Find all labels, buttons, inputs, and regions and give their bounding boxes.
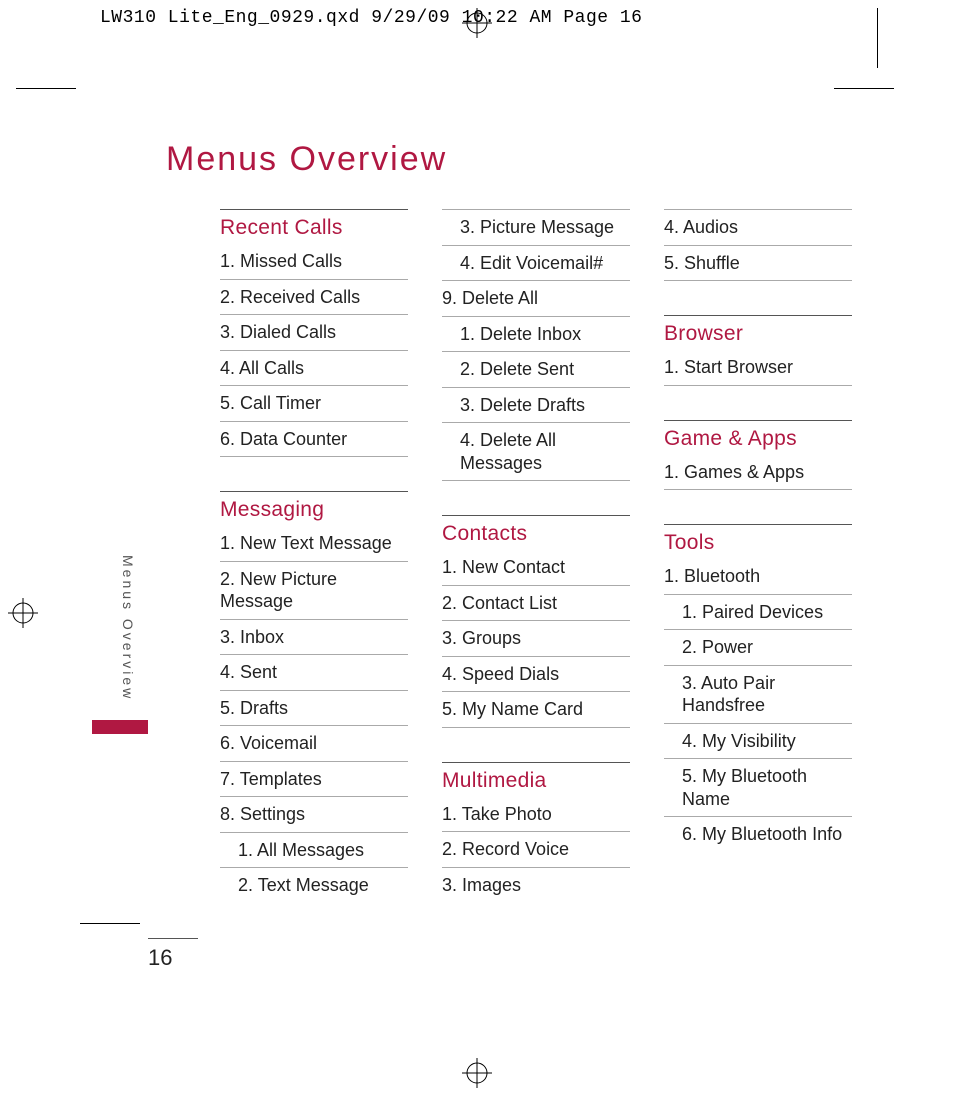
list-item: 5. Call Timer [220, 386, 408, 422]
list-item: 8. Settings [220, 797, 408, 833]
page-number-rule [148, 938, 198, 939]
list-item-sub: 3. Delete Drafts [442, 388, 630, 424]
list-item: 6. Voicemail [220, 726, 408, 762]
registration-mark-bottom [462, 1058, 492, 1088]
crop-mark [877, 8, 878, 68]
list-item-sub: 4. Delete All Messages [442, 423, 630, 481]
section-recent-calls: Recent Calls [220, 209, 408, 244]
list-item-sub: 1. Paired Devices [664, 595, 852, 631]
list-item: 2. Contact List [442, 586, 630, 622]
section-game-apps: Game & Apps [664, 420, 852, 455]
list-item: 4. All Calls [220, 351, 408, 387]
list-item: 9. Delete All [442, 281, 630, 317]
section-browser: Browser [664, 315, 852, 350]
column-3: 4. Audios 5. Shuffle Browser 1. Start Br… [664, 209, 852, 903]
crop-mark [80, 923, 140, 924]
list-item-sub: 2. Power [664, 630, 852, 666]
list-item: 1. Games & Apps [664, 455, 852, 491]
registration-mark-top [462, 8, 492, 38]
list-item: 2. New Picture Message [220, 562, 408, 620]
list-item-sub: 3. Picture Message [442, 209, 630, 246]
page-content: Menus Overview Recent Calls 1. Missed Ca… [120, 100, 900, 903]
list-item-sub: 2. Text Message [220, 868, 408, 903]
header-slug: LW310 Lite_Eng_0929.qxd 9/29/09 10:22 AM… [100, 8, 642, 28]
list-item: 3. Inbox [220, 620, 408, 656]
columns: Recent Calls 1. Missed Calls 2. Received… [220, 209, 900, 903]
list-item-sub: 2. Delete Sent [442, 352, 630, 388]
crop-mark [16, 88, 76, 89]
page-title: Menus Overview [166, 140, 900, 179]
section-multimedia: Multimedia [442, 762, 630, 797]
list-item: 1. Bluetooth [664, 559, 852, 595]
section-contacts: Contacts [442, 515, 630, 550]
column-1: Recent Calls 1. Missed Calls 2. Received… [220, 209, 408, 903]
crop-mark [834, 88, 894, 89]
list-item: 4. Sent [220, 655, 408, 691]
list-item: 5. My Name Card [442, 692, 630, 728]
list-item: 3. Images [442, 868, 630, 903]
list-item: 1. New Text Message [220, 526, 408, 562]
column-2: 3. Picture Message 4. Edit Voicemail# 9.… [442, 209, 630, 903]
list-item: 7. Templates [220, 762, 408, 798]
list-item: 5. Drafts [220, 691, 408, 727]
list-item-sub: 3. Auto Pair Handsfree [664, 666, 852, 724]
list-item: 3. Dialed Calls [220, 315, 408, 351]
list-item: 6. Data Counter [220, 422, 408, 458]
list-item: 2. Record Voice [442, 832, 630, 868]
list-item: 4. Speed Dials [442, 657, 630, 693]
list-item: 1. Start Browser [664, 350, 852, 386]
list-item: 3. Groups [442, 621, 630, 657]
list-item-sub: 4. Edit Voicemail# [442, 246, 630, 282]
list-item: 4. Audios [664, 209, 852, 246]
list-item: 1. Missed Calls [220, 244, 408, 280]
section-messaging: Messaging [220, 491, 408, 526]
list-item-sub: 1. Delete Inbox [442, 317, 630, 353]
page-number: 16 [148, 945, 172, 971]
list-item-sub: 6. My Bluetooth Info [664, 817, 852, 852]
list-item: 5. Shuffle [664, 246, 852, 282]
list-item: 1. Take Photo [442, 797, 630, 833]
section-tools: Tools [664, 524, 852, 559]
list-item-sub: 5. My Bluetooth Name [664, 759, 852, 817]
list-item: 1. New Contact [442, 550, 630, 586]
list-item-sub: 1. All Messages [220, 833, 408, 869]
list-item-sub: 4. My Visibility [664, 724, 852, 760]
registration-mark-left [8, 598, 38, 628]
list-item: 2. Received Calls [220, 280, 408, 316]
